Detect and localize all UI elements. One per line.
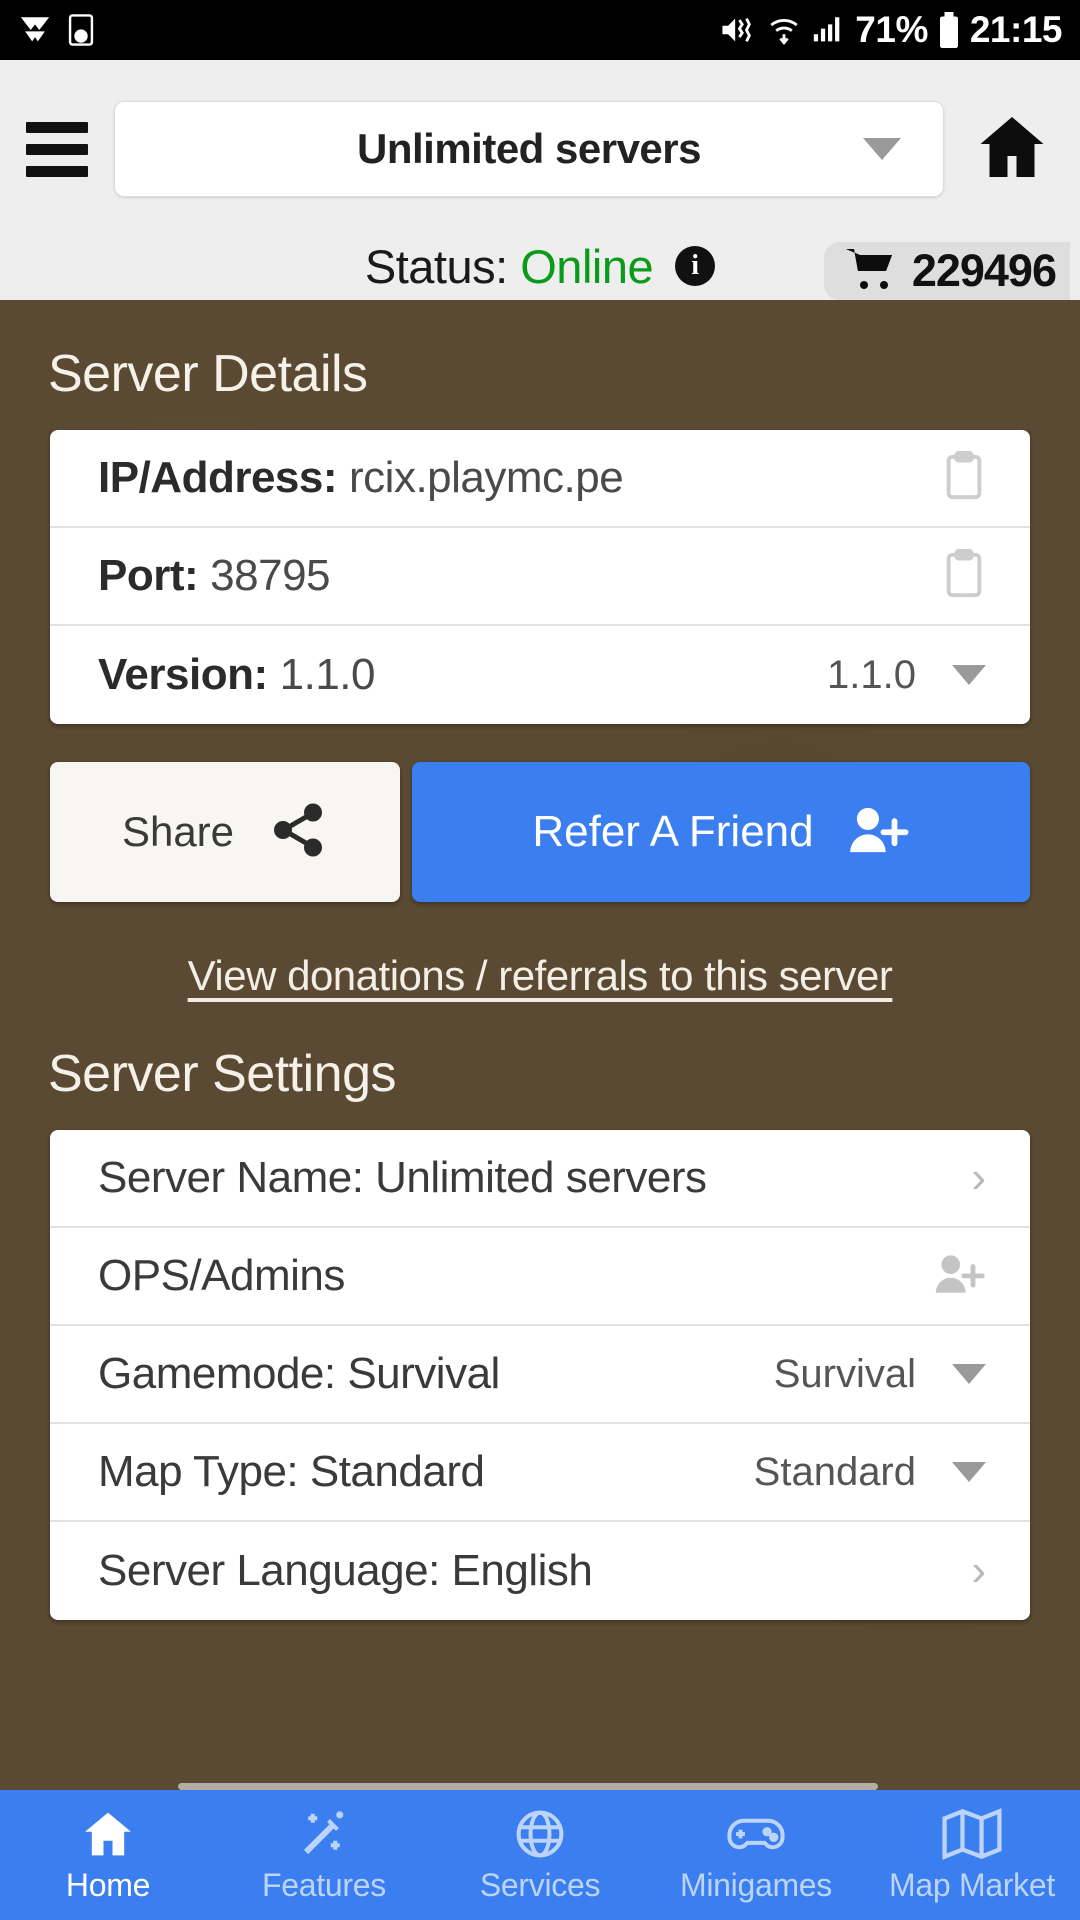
ip-address-value: rcix.playmc.pe (349, 453, 624, 502)
server-language-setting-label: Server Language: English (98, 1546, 593, 1595)
mute-vibrate-icon (719, 13, 757, 47)
main-content: Server Details IP/Address: rcix.playmc.p… (0, 300, 1080, 1920)
ip-address-row[interactable]: IP/Address: rcix.playmc.pe (50, 430, 1030, 528)
version-value: 1.1.0 (279, 650, 376, 699)
nav-label-features: Features (262, 1866, 386, 1903)
server-selector-dropdown[interactable]: Unlimited servers (114, 101, 944, 197)
add-person-icon[interactable] (934, 1251, 986, 1302)
version-label: Version: (98, 650, 268, 699)
server-settings-card: Server Name: Unlimited servers › OPS/Adm… (50, 1130, 1030, 1620)
copy-icon[interactable] (942, 450, 986, 506)
refer-button-label: Refer A Friend (532, 807, 814, 856)
nav-label-map-market: Map Market (889, 1866, 1055, 1903)
home-icon (78, 1807, 138, 1861)
chevron-right-icon: › (971, 1153, 986, 1202)
setting-row-server-language[interactable]: Server Language: English › (50, 1522, 1030, 1620)
server-settings-title: Server Settings (48, 1045, 397, 1103)
battery-percent: 71% (855, 9, 928, 50)
gamemode-spinner-value[interactable]: Survival (774, 1352, 916, 1397)
app-header: Unlimited servers (0, 60, 1080, 238)
device-clock-icon (66, 13, 96, 47)
port-label: Port: (98, 551, 199, 600)
chevron-down-icon[interactable] (952, 1462, 986, 1482)
status-label-group: Status: Online (364, 239, 654, 294)
map-icon (941, 1807, 1003, 1861)
cart-counter[interactable]: 229496 (823, 242, 1070, 300)
globe-icon (511, 1807, 569, 1861)
ip-address-label: IP/Address: (98, 453, 338, 502)
nav-label-minigames: Minigames (679, 1866, 833, 1903)
nav-item-home[interactable]: Home (0, 1790, 216, 1920)
version-spinner-value[interactable]: 1.1.0 (827, 653, 916, 698)
share-button-label: Share (121, 808, 235, 855)
gamemode-setting-label: Gamemode: Survival (98, 1349, 500, 1398)
map-type-setting-label: Map Type: Standard (98, 1447, 485, 1496)
chevron-down-icon (863, 138, 901, 160)
bottom-navigation-bar: Home Features Services Minigames Map Mar… (0, 1790, 1080, 1920)
port-value: 38795 (210, 551, 331, 600)
battery-icon (938, 12, 960, 48)
home-button[interactable] (970, 111, 1054, 188)
chevron-down-icon[interactable] (952, 1364, 986, 1384)
refer-a-friend-button[interactable]: Refer A Friend (412, 762, 1030, 902)
ops-admins-setting-label: OPS/Admins (98, 1251, 345, 1300)
view-donations-link[interactable]: View donations / referrals to this serve… (0, 952, 1080, 1000)
hamburger-menu-icon[interactable] (26, 121, 88, 177)
shopping-cart-icon (845, 247, 898, 296)
add-person-icon (848, 802, 910, 863)
cellular-signal-icon (811, 13, 845, 47)
status-label: Status: (364, 239, 508, 293)
nav-item-services[interactable]: Services (432, 1790, 648, 1920)
copy-icon[interactable] (942, 548, 986, 604)
chevron-down-icon[interactable] (952, 665, 986, 685)
nav-item-features[interactable]: Features (216, 1790, 432, 1920)
share-icon (268, 800, 328, 865)
setting-row-ops-admins[interactable]: OPS/Admins (50, 1228, 1030, 1326)
magic-wand-icon (295, 1807, 353, 1861)
home-icon (973, 111, 1051, 188)
share-button[interactable]: Share (50, 762, 400, 902)
server-name-setting-label: Server Name: Unlimited servers (98, 1153, 707, 1202)
android-status-bar: 71% 21:15 (0, 0, 1080, 60)
version-row[interactable]: Version: 1.1.0 1.1.0 (50, 626, 1030, 724)
nav-item-map-market[interactable]: Map Market (864, 1790, 1080, 1920)
nav-label-services: Services (479, 1866, 601, 1903)
info-icon[interactable]: i (675, 246, 716, 286)
wifi-icon (767, 13, 801, 47)
setting-row-gamemode[interactable]: Gamemode: Survival Survival (50, 1326, 1030, 1424)
chevron-right-icon: › (971, 1546, 986, 1595)
map-type-spinner-value[interactable]: Standard (754, 1450, 916, 1495)
scroll-indicator (178, 1783, 878, 1790)
clock-time: 21:15 (969, 9, 1063, 50)
server-details-card: IP/Address: rcix.playmc.pe Port: 38795 V… (50, 430, 1030, 724)
setting-row-map-type[interactable]: Map Type: Standard Standard (50, 1424, 1030, 1522)
action-buttons-row: Share Refer A Friend (50, 762, 1030, 902)
status-value: Online (520, 239, 654, 293)
nav-item-minigames[interactable]: Minigames (648, 1790, 864, 1920)
cart-count-value: 229496 (911, 245, 1057, 296)
server-details-title: Server Details (48, 345, 368, 403)
selected-server-name: Unlimited servers (357, 125, 702, 172)
server-status-row: Status: Online i 229496 (0, 238, 1080, 300)
setting-row-server-name[interactable]: Server Name: Unlimited servers › (50, 1130, 1030, 1228)
gamepad-icon (725, 1807, 787, 1861)
nav-label-home: Home (65, 1866, 151, 1903)
app-notification-icon (18, 13, 52, 47)
port-row[interactable]: Port: 38795 (50, 528, 1030, 626)
